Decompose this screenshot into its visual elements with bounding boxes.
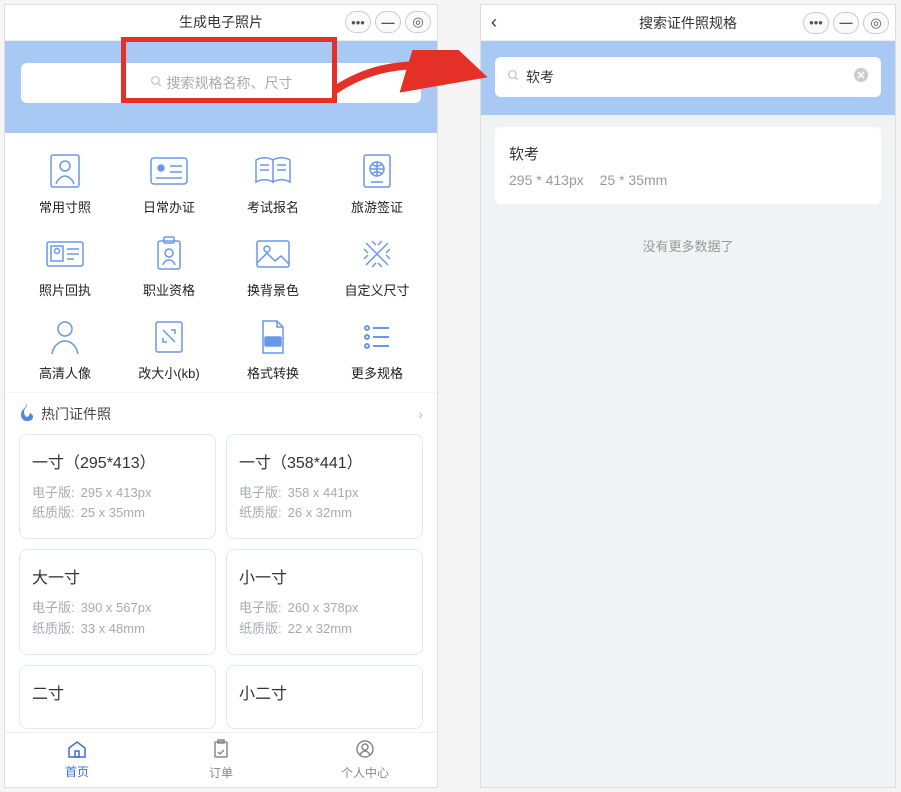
user-icon [355, 739, 375, 762]
cat-resize[interactable]: 改大小(kb) [117, 311, 221, 386]
passport-icon [355, 151, 399, 191]
tab-profile[interactable]: 个人中心 [293, 733, 437, 787]
titlebar-left: 生成电子照片 ••• — ◎ [5, 5, 437, 41]
spec-title: 小一寸 [239, 564, 410, 588]
spec-title: 二寸 [32, 680, 203, 704]
search-panel: ‹ 搜索证件照规格 ••• — ◎ 软考 295 * 413px 25 * 35… [480, 4, 896, 788]
annotation-arrow [330, 50, 490, 110]
flame-icon [19, 403, 35, 426]
cat-custom[interactable]: 自定义尺寸 [325, 228, 429, 303]
tab-orders[interactable]: 订单 [149, 733, 293, 787]
cat-visa[interactable]: 旅游签证 [325, 145, 429, 220]
spec-card[interactable]: 一寸（295*413） 电子版:295 x 413px 纸质版:25 x 35m… [19, 434, 216, 540]
home-panel: 生成电子照片 ••• — ◎ 搜索规格名称、尺寸 常用寸照 日常办证 [4, 4, 438, 788]
cat-bg[interactable]: 换背景色 [221, 228, 325, 303]
tab-home[interactable]: 首页 [5, 733, 149, 787]
more-icon[interactable]: ••• [803, 12, 829, 34]
spec-title: 大一寸 [32, 564, 203, 588]
cat-label: 照片回执 [39, 280, 91, 299]
search-box [495, 57, 881, 97]
search-icon [507, 69, 520, 85]
search-result[interactable]: 软考 295 * 413px 25 * 35mm [495, 127, 881, 204]
page-title: 生成电子照片 [179, 12, 263, 32]
cat-more[interactable]: 更多规格 [325, 311, 429, 386]
tab-label: 订单 [209, 764, 233, 781]
minimize-button[interactable]: — [375, 11, 401, 33]
cat-label: 高清人像 [39, 363, 91, 382]
spec-title: 小二寸 [239, 680, 410, 704]
cat-hd[interactable]: 高清人像 [13, 311, 117, 386]
tab-label: 首页 [65, 763, 89, 780]
cat-format[interactable]: JPG 格式转换 [221, 311, 325, 386]
compress-icon [147, 317, 191, 357]
cat-label: 考试报名 [247, 197, 299, 216]
file-jpg-icon: JPG [251, 317, 295, 357]
minimize-button[interactable]: — [833, 12, 859, 34]
cat-label: 职业资格 [143, 280, 195, 299]
result-title: 软考 [509, 143, 867, 164]
spec-title: 一寸（295*413） [32, 449, 203, 473]
results-body: 软考 295 * 413px 25 * 35mm 没有更多数据了 [481, 115, 895, 787]
image-icon [251, 234, 295, 274]
cat-receipt[interactable]: 照片回执 [13, 228, 117, 303]
id-card-icon [147, 151, 191, 191]
no-more-text: 没有更多数据了 [481, 216, 895, 275]
cat-label: 格式转换 [247, 363, 299, 382]
person-icon [43, 317, 87, 357]
spec-title: 一寸（358*441） [239, 449, 410, 473]
cat-label: 自定义尺寸 [344, 280, 409, 299]
book-icon [251, 151, 295, 191]
spec-card[interactable]: 大一寸 电子版:390 x 567px 纸质版:33 x 48mm [19, 549, 216, 655]
search-placeholder-wrap: 搜索规格名称、尺寸 [150, 73, 293, 93]
clipboard-icon [212, 739, 230, 762]
cat-common-photo[interactable]: 常用寸照 [13, 145, 117, 220]
ruler-icon [355, 234, 399, 274]
search-placeholder: 搜索规格名称、尺寸 [167, 73, 293, 93]
window-controls: ••• — ◎ [803, 12, 889, 34]
hot-label: 热门证件照 [41, 404, 111, 424]
target-icon[interactable]: ◎ [405, 11, 431, 33]
category-grid: 常用寸照 日常办证 考试报名 旅游签证 照片回执 职业资格 换背景色 自定义尺 [5, 133, 437, 392]
cat-exam[interactable]: 考试报名 [221, 145, 325, 220]
cat-label: 常用寸照 [39, 197, 91, 216]
cat-daily[interactable]: 日常办证 [117, 145, 221, 220]
search-region [481, 41, 895, 115]
search-icon [150, 75, 163, 91]
spec-list: 一寸（295*413） 电子版:295 x 413px 纸质版:25 x 35m… [5, 434, 437, 732]
back-button[interactable]: ‹ [491, 12, 497, 33]
cat-label: 换背景色 [247, 280, 299, 299]
spec-card[interactable]: 小一寸 电子版:260 x 378px 纸质版:22 x 32mm [226, 549, 423, 655]
cat-label: 更多规格 [351, 363, 403, 382]
list-icon [355, 317, 399, 357]
search-input[interactable] [526, 69, 853, 85]
receipt-icon [43, 234, 87, 274]
page-title: 搜索证件照规格 [639, 13, 737, 33]
window-controls: ••• — ◎ [345, 11, 431, 33]
spec-card[interactable]: 二寸 [19, 665, 216, 729]
cat-pro[interactable]: 职业资格 [117, 228, 221, 303]
cat-label: 日常办证 [143, 197, 195, 216]
portrait-icon [43, 151, 87, 191]
hot-specs-link[interactable]: 热门证件照 › [5, 392, 437, 434]
cat-label: 旅游签证 [351, 197, 403, 216]
titlebar-right: ‹ 搜索证件照规格 ••• — ◎ [481, 5, 895, 41]
clear-button[interactable] [853, 67, 869, 88]
cat-label: 改大小(kb) [138, 363, 199, 382]
spec-card[interactable]: 一寸（358*441） 电子版:358 x 441px 纸质版:26 x 32m… [226, 434, 423, 540]
target-icon[interactable]: ◎ [863, 12, 889, 34]
chevron-right-icon: › [418, 406, 423, 422]
tabbar: 首页 订单 个人中心 [5, 732, 437, 787]
tab-label: 个人中心 [341, 764, 389, 781]
more-icon[interactable]: ••• [345, 11, 371, 33]
home-icon [67, 740, 87, 761]
svg-text:JPG: JPG [267, 340, 279, 346]
badge-icon [147, 234, 191, 274]
spec-card[interactable]: 小二寸 [226, 665, 423, 729]
result-dims: 295 * 413px 25 * 35mm [509, 172, 867, 188]
